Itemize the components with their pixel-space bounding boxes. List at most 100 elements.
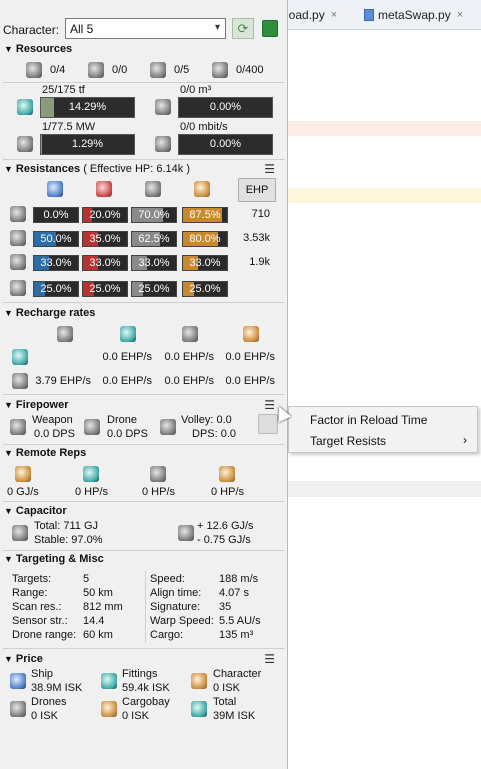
tab-load-py[interactable]: load.py × — [286, 5, 337, 25]
refresh-icon[interactable]: ⟳ — [232, 18, 254, 39]
skill-book-icon[interactable] — [262, 20, 278, 37]
resist-value: 25.0% — [89, 283, 121, 295]
character-label: Character: — [3, 23, 60, 37]
price-label: Ship — [31, 668, 54, 680]
capacitor-icon — [12, 525, 28, 541]
stat-label: Align time: — [150, 587, 202, 599]
recharge-value: 0.0 EHP/s — [102, 351, 152, 363]
damage-pattern-icon — [10, 280, 26, 296]
effective-hp: ( Effective HP: 6.14k ) — [83, 163, 190, 175]
resist-value: 62.5% — [138, 233, 170, 245]
menu-item-factor-reload[interactable]: Factor in Reload Time — [310, 413, 427, 427]
drones-icon — [10, 701, 26, 717]
reload-options-button[interactable] — [258, 414, 278, 434]
resist-cell: 50.0% — [33, 231, 79, 247]
price-value: 0 ISK — [213, 682, 240, 694]
resist-cell: 33.0% — [33, 255, 79, 271]
bandwidth-percent: 0.00% — [209, 138, 242, 150]
capacitor-delta-icon — [178, 525, 194, 541]
resist-value: 33.0% — [89, 257, 121, 269]
capacitor-total: Total: 711 GJ — [34, 520, 98, 532]
section-resistances[interactable]: ▼ Resistances ( Effective HP: 6.14k ) — [4, 163, 190, 175]
resist-cell: 62.5% — [131, 231, 177, 247]
character-icon — [191, 673, 207, 689]
turret-hardpoint-icon — [26, 62, 42, 78]
editor-line-highlight — [286, 121, 481, 136]
stat-label: Warp Speed: — [150, 615, 214, 627]
cpu-fill — [41, 98, 55, 117]
stat-label: Range: — [12, 587, 48, 599]
price-label: Cargobay — [122, 696, 170, 708]
stat-label: Drone range: — [12, 629, 77, 641]
section-remote-reps[interactable]: ▼ Remote Reps — [4, 447, 86, 459]
shield-boost-icon — [57, 326, 73, 342]
menu-item-target-resists[interactable]: Target Resists — [310, 434, 386, 448]
firepower-context-menu: Factor in Reload Time Target Resists › — [288, 406, 478, 453]
resist-value: 25.0% — [138, 283, 170, 295]
section-price[interactable]: ▼ Price — [4, 653, 43, 665]
shield-icon — [10, 206, 26, 222]
total-icon — [191, 701, 207, 717]
section-title: Firepower — [15, 399, 69, 411]
cargobay-icon — [101, 701, 117, 717]
cpu-percent: 14.29% — [68, 101, 107, 113]
tab-label: load.py — [286, 8, 325, 22]
submenu-arrow-icon: › — [463, 433, 467, 447]
resist-cell: 0.0% — [33, 207, 79, 223]
cpu-bar: 14.29% — [40, 97, 135, 118]
resist-value: 70.0% — [138, 209, 170, 221]
section-resources[interactable]: ▼ Resources — [4, 43, 72, 55]
drone-icon — [84, 419, 100, 435]
cap-transfer-icon — [15, 466, 31, 482]
stat-value: 5.5 AU/s — [219, 615, 261, 627]
explosive-damage-icon — [194, 181, 210, 197]
capacitor-minus: - 0.75 GJ/s — [197, 534, 251, 546]
stat-value: 188 m/s — [219, 573, 259, 585]
section-capacitor[interactable]: ▼ Capacitor — [4, 505, 67, 517]
ehp-toggle-button[interactable]: EHP — [238, 178, 276, 202]
stat-value: 50 km — [83, 587, 113, 599]
menu-icon[interactable]: ☰ — [264, 162, 275, 176]
collapse-triangle-icon: ▼ — [4, 448, 13, 458]
bandwidth-icon — [155, 136, 171, 152]
menu-icon[interactable]: ☰ — [264, 652, 275, 666]
section-title: Price — [15, 653, 43, 665]
character-select[interactable]: All 5 ▾ — [65, 18, 226, 39]
weapon-dps: 0.0 DPS — [34, 428, 75, 440]
volley-icon — [160, 419, 176, 435]
reinforced-icon — [12, 349, 28, 365]
divider — [3, 394, 285, 395]
weapon-label: Weapon — [32, 414, 73, 426]
stat-value: 5 — [83, 573, 90, 585]
editor-line-highlight — [286, 188, 481, 203]
section-title: Capacitor — [15, 505, 67, 517]
cpu-icon — [17, 99, 33, 115]
armor-transfer-icon — [150, 466, 166, 482]
tab-metaswap-py[interactable]: metaSwap.py × — [364, 5, 463, 25]
collapse-triangle-icon: ▼ — [4, 400, 13, 410]
drone-count: 0/5 — [174, 64, 190, 76]
stat-label: Speed: — [150, 573, 185, 585]
section-recharge[interactable]: ▼ Recharge rates — [4, 307, 95, 319]
section-targeting[interactable]: ▼ Targeting & Misc — [4, 553, 104, 565]
stat-value: 35 — [219, 601, 232, 613]
remote-rep-value: 0 GJ/s — [7, 486, 39, 498]
cpu-usage-text: 25/175 tf — [42, 84, 85, 96]
fitting-stats-panel: Character: All 5 ▾ ⟳ ▼ Resources 0/4 0/0 … — [0, 0, 288, 769]
resist-cell: 33.0% — [131, 255, 177, 271]
sustained-icon — [12, 373, 28, 389]
drone-capacity-icon — [155, 99, 171, 115]
section-firepower[interactable]: ▼ Firepower — [4, 399, 69, 411]
close-icon[interactable]: × — [457, 9, 463, 21]
collapse-triangle-icon: ▼ — [4, 44, 13, 54]
price-label: Total — [213, 696, 237, 708]
resist-value: 25.0% — [189, 283, 221, 295]
close-icon[interactable]: × — [331, 9, 337, 21]
launcher-count: 0/0 — [112, 64, 128, 76]
resist-cell: 35.0% — [82, 231, 128, 247]
volley-value: Volley: 0.0 — [181, 414, 232, 426]
collapse-triangle-icon: ▼ — [4, 164, 13, 174]
resist-cell: 33.0% — [82, 255, 128, 271]
character-value: All 5 — [70, 22, 94, 36]
stat-label: Scan res.: — [12, 601, 62, 613]
